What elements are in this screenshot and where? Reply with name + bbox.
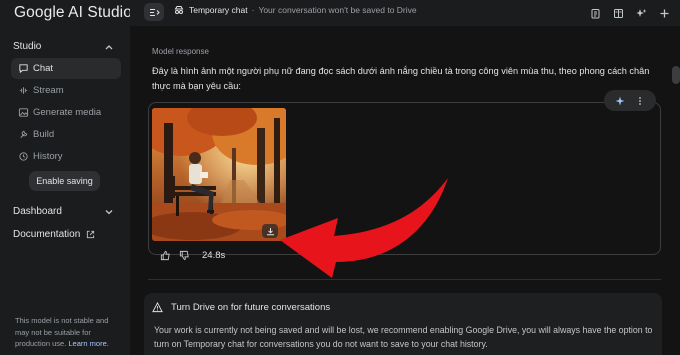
header-separator: · <box>251 5 255 15</box>
section-divider <box>148 279 661 280</box>
autumn-park-reading-image <box>152 108 286 241</box>
chat-icon <box>19 64 28 74</box>
sidebar: Google AI Studio Studio Chat Stream Gene… <box>0 0 132 355</box>
documentation-link[interactable]: Documentation <box>13 229 95 240</box>
documentation-label: Documentation <box>13 229 81 240</box>
build-icon <box>20 130 28 139</box>
sidebar-item-build[interactable]: Build <box>11 124 121 145</box>
model-response-text: Đây là hình ảnh một người phụ nữ đang đọ… <box>152 66 650 91</box>
download-icon <box>266 227 274 235</box>
learn-more-link[interactable]: Learn more. <box>68 339 108 348</box>
sidebar-item-chat[interactable]: Chat <box>11 58 121 79</box>
sidebar-item-label: History <box>33 151 63 162</box>
sidebar-item-label: Chat <box>33 63 54 74</box>
chat-panel: Model response Đây là hình ảnh một người… <box>130 26 680 355</box>
media-icon <box>18 108 29 117</box>
download-image-button[interactable] <box>262 224 278 238</box>
scrollbar-thumb[interactable] <box>672 66 680 84</box>
top-bar: Temporary chat · Your conversation won't… <box>130 0 680 26</box>
thumbs-up-icon[interactable] <box>160 250 171 261</box>
drive-notice-body: Your work is currently not being saved a… <box>154 325 653 349</box>
sparkle-settings-icon[interactable] <box>636 6 647 17</box>
clipboard-icon[interactable] <box>590 6 601 19</box>
model-response-label: Model response <box>152 47 209 56</box>
sidebar-toggle-button[interactable] <box>144 3 164 21</box>
drive-notice-title: Turn Drive on for future conversations <box>171 302 331 313</box>
chat-subtitle: Your conversation won't be saved to Driv… <box>258 5 417 15</box>
sidebar-item-label: Stream <box>33 85 64 96</box>
warning-icon <box>152 302 163 313</box>
generated-image[interactable] <box>152 108 286 241</box>
temporary-chat-icon <box>174 6 184 14</box>
thumbs-down-icon[interactable] <box>179 250 190 261</box>
model-warning: This model is not stable and may not be … <box>15 315 115 350</box>
chevron-up-icon[interactable] <box>104 42 114 52</box>
stream-icon <box>19 87 28 94</box>
response-feedback: 24.8s <box>160 250 225 261</box>
sidebar-item-history[interactable]: History <box>11 146 121 167</box>
menu-collapse-icon <box>149 8 160 16</box>
response-time: 24.8s <box>202 250 226 261</box>
sidebar-item-label: Build <box>33 129 55 140</box>
drive-notice-header: Turn Drive on for future conversations <box>152 302 330 313</box>
enable-saving-button[interactable]: Enable saving <box>29 171 100 191</box>
more-vert-icon[interactable] <box>635 96 645 106</box>
drive-notice: Turn Drive on for future conversations Y… <box>144 293 662 355</box>
book-icon[interactable] <box>613 6 624 18</box>
sidebar-item-generate-media[interactable]: Generate media <box>11 102 121 123</box>
history-icon <box>19 152 28 161</box>
external-link-icon <box>87 230 95 239</box>
studio-section-header[interactable]: Studio <box>13 41 41 52</box>
chat-header: Temporary chat · Your conversation won't… <box>174 5 417 15</box>
app-title[interactable]: Google AI Studio <box>14 4 132 22</box>
chat-title: Temporary chat <box>189 5 248 15</box>
chevron-down-icon[interactable] <box>104 207 114 217</box>
new-chat-icon[interactable] <box>659 6 670 18</box>
sparkle-icon[interactable] <box>615 96 625 106</box>
top-actions <box>590 6 670 19</box>
sidebar-item-label: Generate media <box>33 107 102 118</box>
sidebar-item-stream[interactable]: Stream <box>11 80 121 101</box>
card-toolbar <box>604 90 656 111</box>
dashboard-section-header[interactable]: Dashboard <box>13 206 62 217</box>
